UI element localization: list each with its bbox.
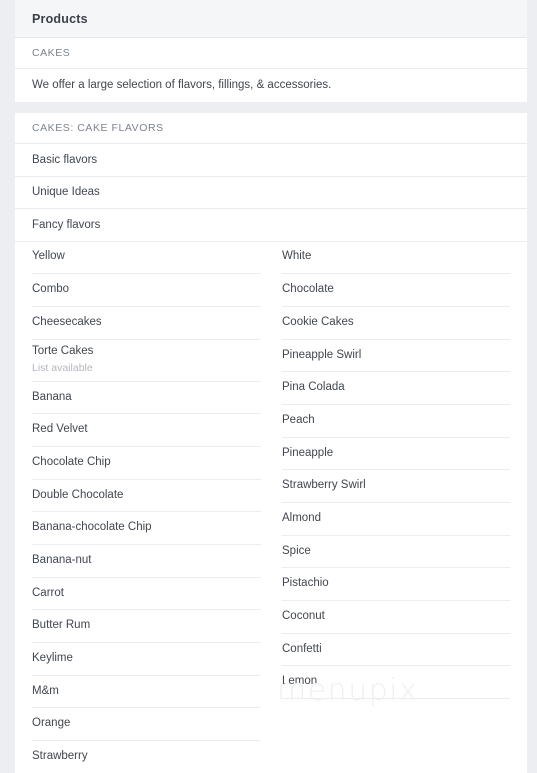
list-item[interactable]: Yellow xyxy=(32,242,261,275)
list-item-label: Strawberry xyxy=(32,750,88,763)
list-item-label: M&m xyxy=(32,684,59,697)
section-heading-cakes: CAKES xyxy=(15,38,527,69)
list-item-label: Torte Cakes xyxy=(32,345,94,358)
list-item[interactable]: Orange xyxy=(32,708,261,742)
list-item[interactable]: Combo xyxy=(32,274,261,307)
page-left-margin xyxy=(0,0,15,773)
list-item-label: Orange xyxy=(32,717,71,730)
list-item-label: Spice xyxy=(282,544,311,557)
section-description-cakes: We offer a large selection of flavors, f… xyxy=(15,69,527,102)
list-item[interactable]: Torte Cakes List available xyxy=(32,340,261,382)
section-heading-cake-flavors: CAKES: CAKE FLAVORS xyxy=(15,113,527,144)
content-panel: Products CAKES We offer a large selectio… xyxy=(15,0,527,773)
list-item[interactable]: Red Velvet xyxy=(32,414,261,447)
list-item-label: Lemon xyxy=(282,675,318,688)
page-right-margin xyxy=(527,0,537,773)
list-item[interactable]: White xyxy=(282,242,510,275)
section-divider-gap xyxy=(15,102,527,113)
list-item-label: Pistachio xyxy=(282,577,329,590)
list-item[interactable]: Double Chocolate xyxy=(32,480,261,513)
list-item[interactable]: Pina Colada xyxy=(282,372,510,405)
list-item[interactable]: Cheesecakes xyxy=(32,307,261,340)
list-item[interactable]: Chocolate Chip xyxy=(32,447,261,480)
list-item-label: Coconut xyxy=(282,610,325,622)
list-item-label: Combo xyxy=(32,283,70,296)
list-item-label: Fancy flavors xyxy=(32,218,101,231)
list-item[interactable]: Confetti xyxy=(282,634,510,667)
section-cakes: CAKES We offer a large selection of flav… xyxy=(15,38,527,102)
list-item-label: Banana xyxy=(32,390,72,403)
list-item-label: Yellow xyxy=(32,250,65,263)
list-item[interactable]: Fancy flavors xyxy=(15,209,527,242)
list-item[interactable]: Pistachio xyxy=(282,568,510,602)
list-item-label: Carrot xyxy=(32,586,64,599)
list-item-label: Chocolate xyxy=(282,283,334,296)
flavor-column-left: Yellow Combo Cheesecakes Torte Cakes Lis… xyxy=(15,242,271,773)
flavor-column-right: White Chocolate Cookie Cakes Pineapple S… xyxy=(271,242,527,773)
products-page: Products CAKES We offer a large selectio… xyxy=(0,0,537,773)
section-heading-label: CAKES: CAKE FLAVORS xyxy=(32,122,164,134)
list-item-label: Banana-nut xyxy=(32,553,92,566)
section-heading-label: CAKES xyxy=(32,47,71,59)
list-item-label: Pineapple Swirl xyxy=(282,348,362,361)
list-item-label: Red Velvet xyxy=(32,423,88,436)
list-item-label: White xyxy=(282,250,312,263)
list-item-label: Strawberry Swirl xyxy=(282,479,366,492)
list-item[interactable]: Keylime xyxy=(32,643,261,676)
list-item[interactable]: Cookie Cakes xyxy=(282,307,510,340)
list-item-label: Basic flavors xyxy=(32,153,98,166)
list-item-sublabel: List available xyxy=(32,361,93,374)
list-item[interactable]: Chocolate xyxy=(282,274,510,307)
list-item[interactable]: Lemon xyxy=(282,666,510,700)
list-item[interactable]: Strawberry xyxy=(32,741,261,773)
flavor-columns: Yellow Combo Cheesecakes Torte Cakes Lis… xyxy=(15,241,527,773)
list-item[interactable]: Pineapple Swirl xyxy=(282,340,510,373)
list-item[interactable]: Almond xyxy=(282,503,510,536)
list-item[interactable]: Unique Ideas xyxy=(15,176,527,209)
list-item-label: Keylime xyxy=(32,652,73,664)
list-item[interactable]: Basic flavors xyxy=(15,144,527,177)
list-item-label: Almond xyxy=(282,511,321,524)
list-item[interactable]: Spice xyxy=(282,536,510,569)
list-item[interactable]: Banana xyxy=(32,382,261,415)
list-item-label: Cheesecakes xyxy=(32,315,102,328)
list-item[interactable]: Strawberry Swirl xyxy=(282,470,510,503)
list-item[interactable]: Banana-nut xyxy=(32,545,261,578)
page-title: Products xyxy=(32,11,88,26)
list-item-label: Cookie Cakes xyxy=(282,315,354,328)
section-description-text: We offer a large selection of flavors, f… xyxy=(32,79,332,92)
list-item-label: Pineapple xyxy=(282,446,334,459)
list-item[interactable]: Butter Rum xyxy=(32,610,261,644)
list-item-label: Banana-chocolate Chip xyxy=(32,521,152,534)
list-item[interactable]: M&m xyxy=(32,676,261,709)
list-item[interactable]: Coconut xyxy=(282,601,510,634)
list-item-label: Butter Rum xyxy=(32,619,91,632)
section-cake-flavors: CAKES: CAKE FLAVORS Basic flavors Unique… xyxy=(15,113,527,773)
list-item-label: Chocolate Chip xyxy=(32,455,111,468)
list-item-label: Peach xyxy=(282,413,315,426)
list-item[interactable]: Banana-chocolate Chip xyxy=(32,512,261,545)
list-item-label: Double Chocolate xyxy=(32,488,124,501)
page-header: Products xyxy=(15,0,527,38)
list-item[interactable]: Peach xyxy=(282,405,510,438)
list-item[interactable]: Pineapple xyxy=(282,438,510,471)
list-item-label: Unique Ideas xyxy=(32,186,100,199)
list-item-label: Pina Colada xyxy=(282,381,345,394)
list-item[interactable]: Carrot xyxy=(32,578,261,611)
list-item-label: Confetti xyxy=(282,642,322,655)
